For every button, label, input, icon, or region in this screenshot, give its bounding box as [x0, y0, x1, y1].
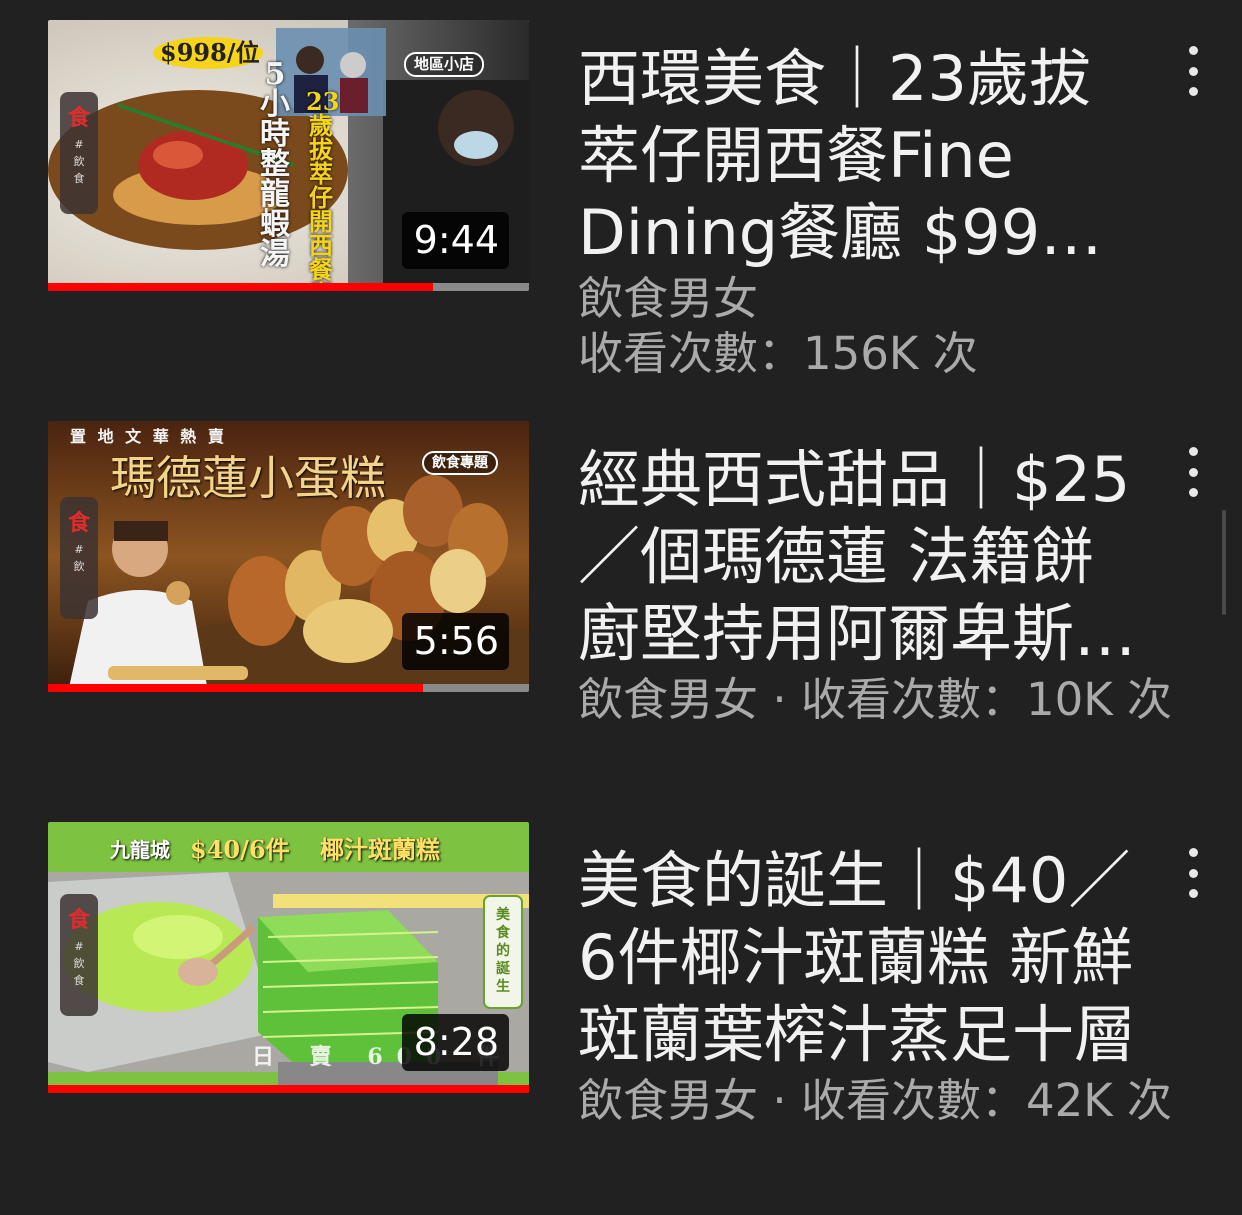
- view-count: 收看次數：10K 次: [800, 673, 1173, 726]
- video-item[interactable]: $998/位 5小時整龍蝦湯 23歲拔萃仔開西餐廳 地區小店 食 #飲食 9:4…: [0, 20, 1242, 380]
- watch-progress-bar: [48, 684, 529, 692]
- thumb-headline: 瑪德蓮小蛋糕: [110, 451, 386, 505]
- duration-badge: 9:44: [401, 212, 509, 269]
- logo-text: #飲: [73, 543, 85, 573]
- more-vertical-icon[interactable]: [1178, 46, 1208, 96]
- video-info[interactable]: 西環美食｜23歲拔萃仔開西餐Fine Dining餐廳 $998位5小時整龍蝦湯…: [578, 40, 1138, 381]
- thumb-name: 椰汁斑蘭糕: [320, 835, 440, 864]
- video-thumbnail[interactable]: 置 地 文 華 熱 賣 瑪德蓮小蛋糕 飲食專題 食 #飲 5:56: [48, 421, 529, 692]
- channel-logo-overlay: 食 #飲: [60, 497, 98, 619]
- thumb-badge: 飲食專題: [422, 451, 498, 475]
- scrollbar[interactable]: [1222, 510, 1226, 615]
- video-title[interactable]: 經典西式甜品｜$25／個瑪德蓮 法籍餅廚堅持用阿爾卑斯山牛油: [578, 441, 1138, 672]
- watch-progress-fill: [48, 1085, 529, 1093]
- video-info[interactable]: 美食的誕生｜$40／6件椰汁斑蘭糕 新鮮斑蘭葉榨汁蒸足十層 飲食男女 · 收看次…: [578, 842, 1172, 1128]
- logo-icon: 食: [67, 908, 90, 933]
- watch-progress-bar: [48, 283, 529, 291]
- watch-progress-fill: [48, 283, 433, 291]
- video-item[interactable]: 九龍城 $40/6件 椰汁斑蘭糕 美食的誕生 日 賣 600 件 食 #飲食 8…: [0, 822, 1242, 1162]
- video-thumbnail[interactable]: 九龍城 $40/6件 椰汁斑蘭糕 美食的誕生 日 賣 600 件 食 #飲食 8…: [48, 822, 529, 1093]
- view-count: 收看次數：156K 次: [578, 327, 978, 380]
- video-title[interactable]: 西環美食｜23歲拔萃仔開西餐Fine Dining餐廳 $998位5小時整龍蝦湯: [578, 40, 1138, 271]
- channel-name[interactable]: 飲食男女: [578, 1074, 758, 1127]
- thumb-series-label: 美食的誕生: [496, 907, 510, 995]
- channel-logo-overlay: 食 #飲食: [60, 894, 98, 1016]
- video-item[interactable]: 置 地 文 華 熱 賣 瑪德蓮小蛋糕 飲食專題 食 #飲 5:56 經典西式甜品…: [0, 421, 1242, 761]
- thumb-badge: 地區小店: [404, 52, 485, 77]
- video-meta: 飲食男女 · 收看次數：42K 次: [578, 1073, 1172, 1128]
- video-title[interactable]: 美食的誕生｜$40／6件椰汁斑蘭糕 新鮮斑蘭葉榨汁蒸足十層: [578, 842, 1138, 1073]
- video-feed: $998/位 5小時整龍蝦湯 23歲拔萃仔開西餐廳 地區小店 食 #飲食 9:4…: [0, 0, 1242, 1215]
- logo-icon: 食: [67, 106, 90, 131]
- thumb-price-text: $40/6件: [190, 835, 290, 864]
- view-count: 收看次數：42K 次: [800, 1074, 1173, 1127]
- duration-badge: 8:28: [401, 1014, 509, 1071]
- watch-progress-fill: [48, 684, 424, 692]
- more-vertical-icon[interactable]: [1178, 447, 1208, 497]
- video-meta: 飲食男女 · 收看次數：10K 次: [578, 672, 1172, 727]
- channel-name[interactable]: 飲食男女: [578, 673, 758, 726]
- channel-logo-overlay: 食 #飲食: [60, 92, 98, 214]
- thumb-vertical-text: 23歲拔萃仔開西餐廳: [306, 87, 340, 292]
- more-vertical-icon[interactable]: [1178, 848, 1208, 898]
- thumb-location: 九龍城: [110, 838, 170, 862]
- meta-separator: ·: [772, 673, 787, 726]
- logo-icon: 食: [67, 511, 90, 536]
- thumb-vertical-text: 5小時整龍蝦湯: [260, 57, 290, 272]
- thumb-top-line: 置 地 文 華 熱 賣: [70, 427, 227, 446]
- logo-text: #飲食: [73, 138, 85, 185]
- thumb-price-text: $998/位: [160, 38, 260, 67]
- duration-badge: 5:56: [401, 613, 509, 670]
- channel-name[interactable]: 飲食男女: [578, 271, 1138, 326]
- watch-progress-bar: [48, 1085, 529, 1093]
- video-thumbnail[interactable]: $998/位 5小時整龍蝦湯 23歲拔萃仔開西餐廳 地區小店 食 #飲食 9:4…: [48, 20, 529, 291]
- meta-separator: ·: [772, 1074, 787, 1127]
- logo-text: #飲食: [73, 940, 85, 987]
- video-info[interactable]: 經典西式甜品｜$25／個瑪德蓮 法籍餅廚堅持用阿爾卑斯山牛油 飲食男女 · 收看…: [578, 441, 1172, 727]
